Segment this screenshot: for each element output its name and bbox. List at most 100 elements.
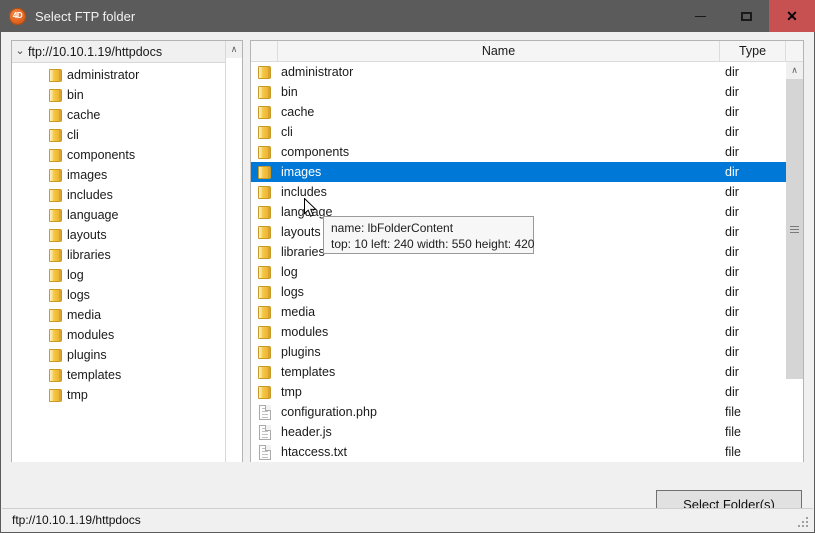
- tree-item[interactable]: log: [12, 265, 242, 285]
- folder-icon: [258, 385, 271, 399]
- row-name-cell: log: [278, 265, 720, 279]
- table-row[interactable]: logsdir: [251, 282, 786, 302]
- folder-content-list: Name Type administratordirbindircachedir…: [250, 40, 804, 492]
- list-scroll-track[interactable]: [786, 79, 803, 474]
- tree-item[interactable]: cli: [12, 125, 242, 145]
- tree-item[interactable]: cache: [12, 105, 242, 125]
- folder-icon: [258, 285, 271, 299]
- list-scroll-thumb[interactable]: [786, 79, 803, 379]
- list-body: administratordirbindircachedirclidircomp…: [251, 62, 803, 491]
- column-header-icon[interactable]: [251, 41, 278, 61]
- folder-icon: [258, 185, 271, 199]
- table-row[interactable]: tmpdir: [251, 382, 786, 402]
- minimize-button[interactable]: [677, 0, 723, 32]
- close-icon: ✕: [786, 9, 798, 23]
- tree-scroll-up-button[interactable]: ∧: [226, 41, 242, 58]
- status-path-text: ftp://10.10.1.19/httpdocs: [2, 513, 141, 527]
- row-type-cell: dir: [720, 225, 786, 239]
- row-icon-cell: [251, 325, 278, 339]
- tree-item-label: images: [67, 168, 107, 182]
- folder-icon: [258, 305, 271, 319]
- table-row[interactable]: imagesdir: [251, 162, 786, 182]
- table-row[interactable]: administratordir: [251, 62, 786, 82]
- tree-item[interactable]: administrator: [12, 65, 242, 85]
- table-row[interactable]: configuration.phpfile: [251, 402, 786, 422]
- title-bar-left: 4D Select FTP folder: [0, 0, 677, 32]
- row-icon-cell: [251, 145, 278, 159]
- column-header-type[interactable]: Type: [720, 41, 786, 61]
- table-row[interactable]: includesdir: [251, 182, 786, 202]
- tree-item[interactable]: media: [12, 305, 242, 325]
- table-row[interactable]: modulesdir: [251, 322, 786, 342]
- document-icon: [259, 425, 271, 440]
- row-type-cell: dir: [720, 105, 786, 119]
- tree-item[interactable]: logs: [12, 285, 242, 305]
- tree-item-label: administrator: [67, 68, 139, 82]
- folder-icon: [49, 328, 62, 342]
- chevron-down-icon[interactable]: ⌄: [12, 46, 28, 57]
- folder-icon: [49, 68, 62, 82]
- tree-item-label: tmp: [67, 388, 88, 402]
- row-icon-cell: [251, 405, 278, 420]
- table-row[interactable]: clidir: [251, 122, 786, 142]
- column-header-name[interactable]: Name: [278, 41, 720, 61]
- tree-item[interactable]: images: [12, 165, 242, 185]
- table-row[interactable]: bindir: [251, 82, 786, 102]
- folder-icon: [49, 128, 62, 142]
- tree-item[interactable]: bin: [12, 85, 242, 105]
- maximize-button[interactable]: [723, 0, 769, 32]
- tree-item-label: media: [67, 308, 101, 322]
- folder-icon: [49, 188, 62, 202]
- row-name-cell: bin: [278, 85, 720, 99]
- row-name-cell: images: [278, 165, 720, 179]
- table-row[interactable]: cachedir: [251, 102, 786, 122]
- table-row[interactable]: pluginsdir: [251, 342, 786, 362]
- row-name-cell: cli: [278, 125, 720, 139]
- tree-scroll-track[interactable]: [226, 58, 242, 472]
- row-type-cell: dir: [720, 85, 786, 99]
- tooltip-line-1: name: lbFolderContent: [331, 220, 526, 236]
- row-icon-cell: [251, 185, 278, 199]
- tree-item[interactable]: modules: [12, 325, 242, 345]
- column-header-filler: [786, 41, 803, 61]
- tree-item-label: libraries: [67, 248, 111, 262]
- row-type-cell: dir: [720, 345, 786, 359]
- row-type-cell: dir: [720, 265, 786, 279]
- row-name-cell: plugins: [278, 345, 720, 359]
- table-row[interactable]: templatesdir: [251, 362, 786, 382]
- tree-items-container: administrator bincacheclicomponents images…: [12, 63, 242, 489]
- row-icon-cell: [251, 225, 278, 239]
- tree-item[interactable]: language: [12, 205, 242, 225]
- table-row[interactable]: componentsdir: [251, 142, 786, 162]
- folder-icon: [258, 65, 271, 79]
- tree-item[interactable]: tmp: [12, 385, 242, 405]
- tree-item[interactable]: libraries: [12, 245, 242, 265]
- folder-icon: [258, 145, 271, 159]
- tree-item[interactable]: includes: [12, 185, 242, 205]
- list-scrollbar[interactable]: ∧ ∨: [786, 62, 803, 491]
- tree-item[interactable]: layouts: [12, 225, 242, 245]
- tree-item[interactable]: plugins: [12, 345, 242, 365]
- folder-icon: [49, 168, 62, 182]
- folder-icon: [49, 288, 62, 302]
- row-type-cell: dir: [720, 285, 786, 299]
- tree-root-row[interactable]: ⌄ ftp://10.10.1.19/httpdocs: [12, 41, 242, 63]
- tree-item[interactable]: components: [12, 145, 242, 165]
- folder-icon: [49, 108, 62, 122]
- list-scroll-up-button[interactable]: ∧: [786, 62, 803, 79]
- folder-icon: [49, 348, 62, 362]
- close-button[interactable]: ✕: [769, 0, 815, 32]
- folder-icon: [49, 268, 62, 282]
- table-row[interactable]: mediadir: [251, 302, 786, 322]
- row-icon-cell: [251, 285, 278, 299]
- row-type-cell: dir: [720, 165, 786, 179]
- tree-scrollbar[interactable]: ∧ ∨: [225, 41, 242, 489]
- row-type-cell: dir: [720, 145, 786, 159]
- tree-item[interactable]: templates: [12, 365, 242, 385]
- status-bar: ftp://10.10.1.19/httpdocs: [2, 508, 813, 531]
- table-row[interactable]: header.jsfile: [251, 422, 786, 442]
- resize-grip-icon[interactable]: [798, 517, 810, 529]
- table-row[interactable]: logdir: [251, 262, 786, 282]
- table-row[interactable]: htaccess.txtfile: [251, 442, 786, 462]
- folder-tree-panel: ⌄ ftp://10.10.1.19/httpdocs administrato…: [11, 40, 243, 490]
